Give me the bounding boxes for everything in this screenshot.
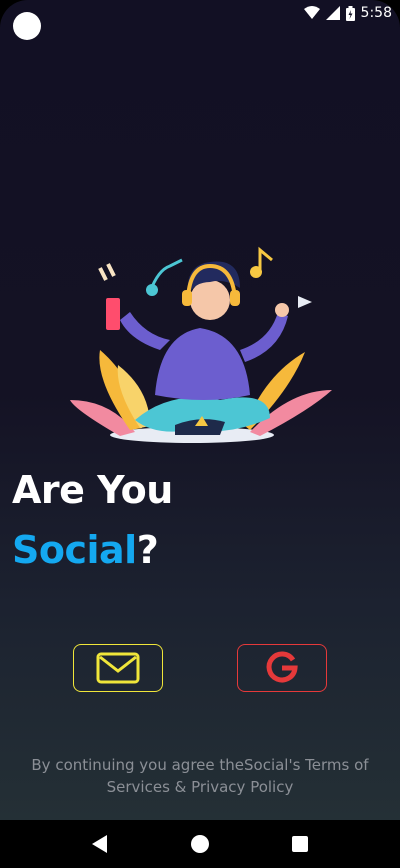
app-screen: 5:58 Are You Social? By continuing you a…	[0, 0, 400, 868]
mail-icon	[96, 652, 140, 684]
signal-icon	[325, 6, 340, 20]
headline-line2: Social?	[12, 528, 159, 572]
status-bar: 5:58	[0, 0, 400, 26]
email-login-button[interactable]	[73, 644, 163, 692]
wifi-icon	[303, 6, 320, 20]
headline-suffix: ?	[136, 528, 159, 572]
google-g-icon	[266, 651, 298, 683]
terms-text: By continuing you agree theSocial's Term…	[31, 756, 369, 796]
google-login-button[interactable]	[237, 644, 327, 692]
headline-line1: Are You	[12, 468, 173, 512]
battery-icon	[345, 5, 355, 21]
recents-icon[interactable]	[285, 829, 315, 859]
hero-illustration	[70, 246, 332, 443]
headline-accent: Social	[12, 528, 137, 572]
home-icon[interactable]	[185, 829, 215, 859]
back-icon[interactable]	[85, 829, 115, 859]
navigation-bar	[0, 820, 400, 868]
status-time: 5:58	[360, 5, 392, 21]
